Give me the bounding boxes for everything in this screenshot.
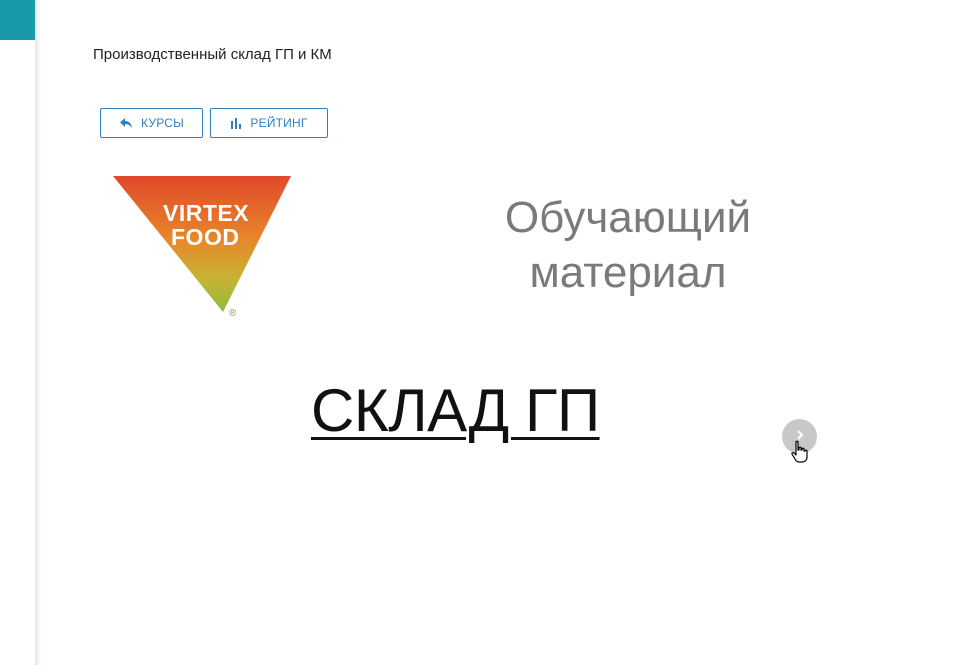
rating-button-label: РЕЙТИНГ <box>250 116 308 130</box>
left-sidebar <box>0 0 35 665</box>
slide-heading: СКЛАД ГП <box>311 377 600 444</box>
courses-button-label: КУРСЫ <box>141 116 184 130</box>
courses-button[interactable]: КУРСЫ <box>100 108 203 138</box>
app-root: Производственный склад ГП и КМ КУРСЫ РЕЙ… <box>0 0 979 665</box>
slide-subtitle: Обучающий материал <box>504 193 752 297</box>
slide-content: VIRTEX FOOD ® Обучающий материал СКЛАД Г… <box>93 160 853 500</box>
hand-pointer-cursor-icon <box>790 440 810 464</box>
bar-chart-icon <box>230 117 242 129</box>
logo-text-virtex: VIRTEX <box>163 200 250 226</box>
virtex-food-logo: VIRTEX FOOD ® <box>113 174 293 319</box>
rating-button[interactable]: РЕЙТИНГ <box>210 108 328 138</box>
logo-registered-mark: ® <box>229 308 237 319</box>
logo-text-food: FOOD <box>171 224 240 250</box>
sidebar-shadow <box>35 0 41 665</box>
sidebar-accent-block[interactable] <box>0 0 35 40</box>
page-title: Производственный склад ГП и КМ <box>93 46 332 63</box>
reply-arrow-icon <box>119 117 133 129</box>
